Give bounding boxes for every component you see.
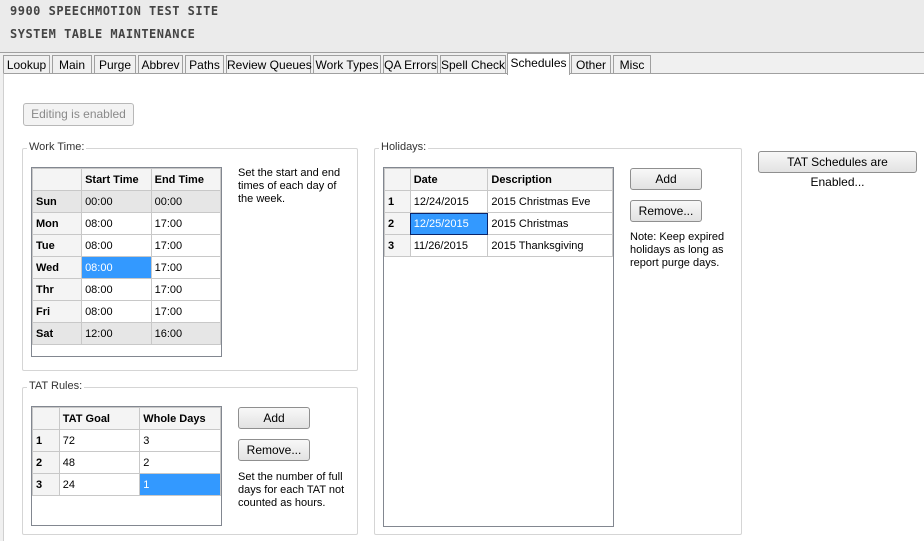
start-time-cell[interactable]: 08:00 bbox=[81, 212, 152, 235]
row-header: Fri bbox=[32, 300, 83, 323]
tat-goal-cell[interactable]: 24 bbox=[58, 473, 141, 496]
tab-misc[interactable]: Misc bbox=[613, 55, 651, 74]
table-row[interactable]: 2 48 2 bbox=[32, 451, 221, 474]
column-header-date[interactable]: Date bbox=[409, 168, 489, 191]
column-header-whole-days[interactable]: Whole Days bbox=[139, 407, 221, 430]
column-header-end-time[interactable]: End Time bbox=[150, 168, 221, 191]
grid-corner bbox=[32, 407, 60, 430]
tab-other[interactable]: Other bbox=[571, 55, 611, 74]
row-header: Thr bbox=[32, 278, 83, 301]
tab-review-queues[interactable]: Review Queues bbox=[226, 55, 312, 74]
holiday-remove-button[interactable]: Remove... bbox=[630, 200, 702, 222]
tab-lookup[interactable]: Lookup bbox=[3, 55, 50, 74]
work-time-label: Work Time: bbox=[27, 141, 87, 153]
tab-purge[interactable]: Purge bbox=[94, 55, 136, 74]
column-header-tat-goal[interactable]: TAT Goal bbox=[58, 407, 141, 430]
start-time-cell[interactable]: 00:00 bbox=[81, 190, 152, 213]
table-row[interactable]: 1 72 3 bbox=[32, 429, 221, 452]
start-time-cell[interactable]: 08:00 bbox=[81, 234, 152, 257]
end-time-cell[interactable]: 17:00 bbox=[150, 300, 221, 323]
schedules-panel: Editing is enabled TAT Schedules are Ena… bbox=[3, 73, 924, 541]
table-row[interactable]: Tue 08:00 17:00 bbox=[32, 234, 221, 257]
tab-paths[interactable]: Paths bbox=[185, 55, 224, 74]
row-header: Wed bbox=[32, 256, 83, 279]
description-cell[interactable]: 2015 Christmas bbox=[487, 212, 613, 235]
whole-days-cell[interactable]: 3 bbox=[139, 429, 221, 452]
grid-corner bbox=[384, 168, 411, 191]
tat-goal-cell[interactable]: 72 bbox=[58, 429, 141, 452]
whole-days-cell-selected[interactable]: 1 bbox=[139, 473, 221, 496]
tat-rules-note: Set the number of full days for each TAT… bbox=[238, 471, 345, 509]
tab-spell-check[interactable]: Spell Check bbox=[440, 55, 506, 74]
table-row[interactable]: 3 11/26/2015 2015 Thanksgiving bbox=[384, 234, 613, 257]
work-time-group: Work Time: Start Time End Time Sun 00:00… bbox=[22, 141, 358, 371]
table-row[interactable]: Sat 12:00 16:00 bbox=[32, 322, 221, 345]
end-time-cell[interactable]: 16:00 bbox=[150, 322, 221, 345]
end-time-cell[interactable]: 17:00 bbox=[150, 234, 221, 257]
tat-remove-button[interactable]: Remove... bbox=[238, 439, 310, 461]
tab-qa-errors[interactable]: QA Errors bbox=[383, 55, 438, 74]
row-header: 2 bbox=[384, 212, 411, 235]
end-time-cell[interactable]: 00:00 bbox=[150, 190, 221, 213]
tat-rules-label: TAT Rules: bbox=[27, 380, 85, 392]
holidays-label: Holidays: bbox=[379, 141, 429, 153]
work-time-note: Set the start and end times of each day … bbox=[238, 167, 341, 205]
row-header: 3 bbox=[32, 473, 60, 496]
table-row[interactable]: Thr 08:00 17:00 bbox=[32, 278, 221, 301]
whole-days-cell[interactable]: 2 bbox=[139, 451, 221, 474]
table-row[interactable]: Mon 08:00 17:00 bbox=[32, 212, 221, 235]
start-time-cell-selected[interactable]: 08:00 bbox=[81, 256, 152, 279]
tat-rules-group: TAT Rules: TAT Goal Whole Days 1 72 3 2 … bbox=[22, 380, 358, 535]
row-header: 2 bbox=[32, 451, 60, 474]
row-header: Tue bbox=[32, 234, 83, 257]
table-row[interactable]: 3 24 1 bbox=[32, 473, 221, 496]
table-row[interactable]: Sun 00:00 00:00 bbox=[32, 190, 221, 213]
tat-add-button[interactable]: Add bbox=[238, 407, 310, 429]
end-time-cell[interactable]: 17:00 bbox=[150, 278, 221, 301]
page-title: SYSTEM TABLE MAINTENANCE bbox=[10, 27, 196, 41]
row-header: Sun bbox=[32, 190, 83, 213]
grid-corner bbox=[32, 168, 83, 191]
start-time-cell[interactable]: 12:00 bbox=[81, 322, 152, 345]
table-row[interactable]: Fri 08:00 17:00 bbox=[32, 300, 221, 323]
holidays-group: Holidays: Date Description 1 12/24/2015 … bbox=[374, 141, 742, 535]
start-time-cell[interactable]: 08:00 bbox=[81, 278, 152, 301]
holidays-grid[interactable]: Date Description 1 12/24/2015 2015 Chris… bbox=[383, 167, 614, 527]
column-header-description[interactable]: Description bbox=[487, 168, 613, 191]
date-cell-selected[interactable]: 12/25/2015 bbox=[409, 212, 489, 235]
tab-schedules[interactable]: Schedules bbox=[507, 53, 570, 75]
table-row[interactable]: 2 12/25/2015 2015 Christmas bbox=[384, 212, 613, 235]
row-header: 1 bbox=[384, 190, 411, 213]
column-header-start-time[interactable]: Start Time bbox=[81, 168, 152, 191]
date-cell[interactable]: 11/26/2015 bbox=[409, 234, 489, 257]
tab-abbrev[interactable]: Abbrev bbox=[138, 55, 183, 74]
start-time-cell[interactable]: 08:00 bbox=[81, 300, 152, 323]
description-cell[interactable]: 2015 Thanksgiving bbox=[487, 234, 613, 257]
date-cell[interactable]: 12/24/2015 bbox=[409, 190, 489, 213]
end-time-cell[interactable]: 17:00 bbox=[150, 212, 221, 235]
row-header: Sat bbox=[32, 322, 83, 345]
holiday-add-button[interactable]: Add bbox=[630, 168, 702, 190]
work-time-grid[interactable]: Start Time End Time Sun 00:00 00:00 Mon … bbox=[31, 167, 222, 357]
end-time-cell[interactable]: 17:00 bbox=[150, 256, 221, 279]
tat-schedules-enabled-button[interactable]: TAT Schedules are Enabled... bbox=[758, 151, 917, 189]
row-header: Mon bbox=[32, 212, 83, 235]
row-header: 1 bbox=[32, 429, 60, 452]
tat-rules-grid[interactable]: TAT Goal Whole Days 1 72 3 2 48 2 3 24 1 bbox=[31, 406, 222, 526]
app-header: 9900 SPEECHMOTION TEST SITE SYSTEM TABLE… bbox=[0, 0, 924, 53]
editing-enabled-button[interactable]: Editing is enabled bbox=[23, 103, 134, 126]
holidays-note: Note: Keep expired holidays as long as r… bbox=[630, 231, 725, 269]
row-header: 3 bbox=[384, 234, 411, 257]
description-cell[interactable]: 2015 Christmas Eve bbox=[487, 190, 613, 213]
table-row[interactable]: 1 12/24/2015 2015 Christmas Eve bbox=[384, 190, 613, 213]
tab-main[interactable]: Main bbox=[52, 55, 92, 74]
site-title: 9900 SPEECHMOTION TEST SITE bbox=[10, 4, 219, 18]
tab-work-types[interactable]: Work Types bbox=[313, 55, 381, 74]
table-row[interactable]: Wed 08:00 17:00 bbox=[32, 256, 221, 279]
tat-goal-cell[interactable]: 48 bbox=[58, 451, 141, 474]
